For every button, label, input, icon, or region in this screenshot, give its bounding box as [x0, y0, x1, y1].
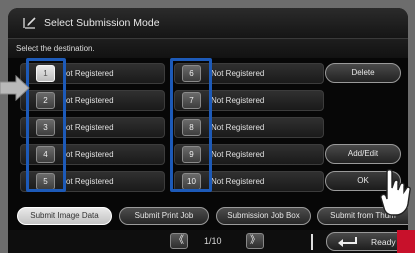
- destination-label: ot Registered: [66, 177, 114, 186]
- destination-button-1[interactable]: 1: [36, 65, 55, 82]
- tab-submission-job-box[interactable]: Submission Job Box: [216, 207, 311, 225]
- destination-label: ot Registered: [66, 96, 114, 105]
- destination-button-4[interactable]: 4: [36, 146, 55, 163]
- destination-button-8[interactable]: 8: [182, 119, 201, 136]
- tab-submit-image-data[interactable]: Submit Image Data: [17, 207, 112, 225]
- divider: [311, 234, 313, 250]
- destination-label: Not Registered: [211, 123, 265, 132]
- instruction-bar: Select the destination.: [8, 39, 408, 58]
- destination-label: ot Registered: [66, 150, 114, 159]
- destination-button-7[interactable]: 7: [182, 92, 201, 109]
- page-indicator: 1/10: [204, 236, 222, 246]
- destination-label: Not Registered: [211, 69, 265, 78]
- instruction-text: Select the destination.: [16, 44, 95, 53]
- ready-button[interactable]: Ready: [326, 232, 406, 251]
- prev-page-button[interactable]: 《: [170, 233, 188, 249]
- ready-label: Ready: [371, 237, 396, 247]
- destination-button-2[interactable]: 2: [36, 92, 55, 109]
- red-corner-accent: [397, 230, 415, 253]
- return-arrow-icon: [338, 237, 357, 247]
- tab-submit-print-job[interactable]: Submit Print Job: [119, 207, 209, 225]
- add-edit-button[interactable]: Add/Edit: [325, 144, 401, 164]
- destination-button-3[interactable]: 3: [36, 119, 55, 136]
- pen-paper-icon: [23, 17, 36, 29]
- destination-label: Not Registered: [211, 177, 265, 186]
- destination-label: ot Registered: [66, 123, 114, 132]
- delete-button[interactable]: Delete: [325, 63, 401, 83]
- page-title: Select Submission Mode: [44, 17, 160, 29]
- destination-button-9[interactable]: 9: [182, 146, 201, 163]
- dialog-window: Select Submission Mode Select the destin…: [8, 8, 408, 253]
- title-bar: Select Submission Mode: [8, 8, 408, 39]
- next-page-button[interactable]: 》: [246, 233, 264, 249]
- destination-label: Not Registered: [211, 150, 265, 159]
- destination-label: Not Registered: [211, 96, 265, 105]
- pointer-arrow-icon: [0, 75, 30, 101]
- destination-button-5[interactable]: 5: [36, 173, 55, 190]
- hand-pointer-icon: [380, 169, 411, 216]
- destination-button-10[interactable]: 10: [182, 173, 201, 190]
- destination-button-6[interactable]: 6: [182, 65, 201, 82]
- destination-label: ot Registered: [66, 69, 114, 78]
- bottom-bar: 《 1/10 》 Ready: [8, 230, 408, 253]
